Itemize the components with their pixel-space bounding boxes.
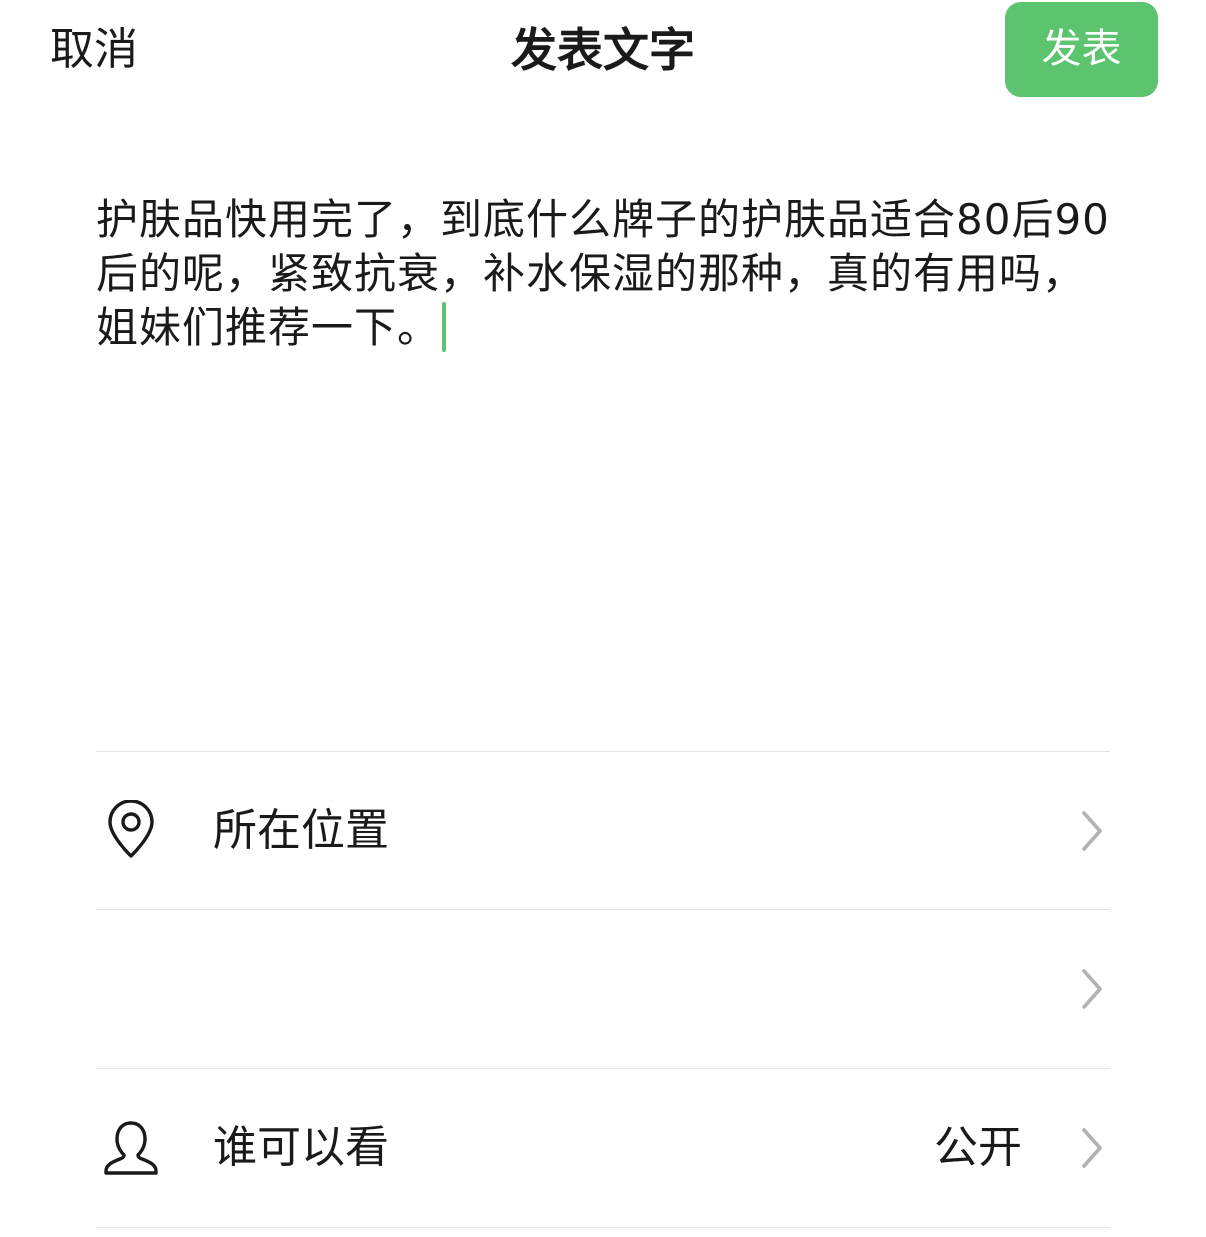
text-cursor [442, 302, 447, 352]
location-row[interactable]: 所在位置 [96, 752, 1110, 910]
visibility-row[interactable]: 谁可以看 公开 [96, 1069, 1110, 1227]
visibility-label: 谁可以看 [213, 1122, 389, 1173]
chevron-right-icon [1082, 811, 1102, 851]
empty-option-row[interactable] [96, 910, 1110, 1068]
chevron-right-icon [1082, 1128, 1102, 1168]
post-text: 护肤品快用完了，到底什么牌子的护肤品适合80后90后的呢，紧致抗衰，补水保湿的那… [96, 195, 1110, 352]
publish-button[interactable]: 发表 [1005, 2, 1158, 97]
user-icon [104, 1121, 158, 1175]
divider [96, 1227, 1110, 1228]
chevron-right-icon [1082, 969, 1102, 1009]
location-pin-icon [108, 800, 154, 858]
location-label: 所在位置 [213, 805, 389, 856]
navigation-bar: 取消 发表文字 发表 [0, 0, 1206, 100]
post-text-editor[interactable]: 护肤品快用完了，到底什么牌子的护肤品适合80后90后的呢，紧致抗衰，补水保湿的那… [96, 193, 1112, 355]
visibility-value: 公开 [934, 1122, 1022, 1173]
